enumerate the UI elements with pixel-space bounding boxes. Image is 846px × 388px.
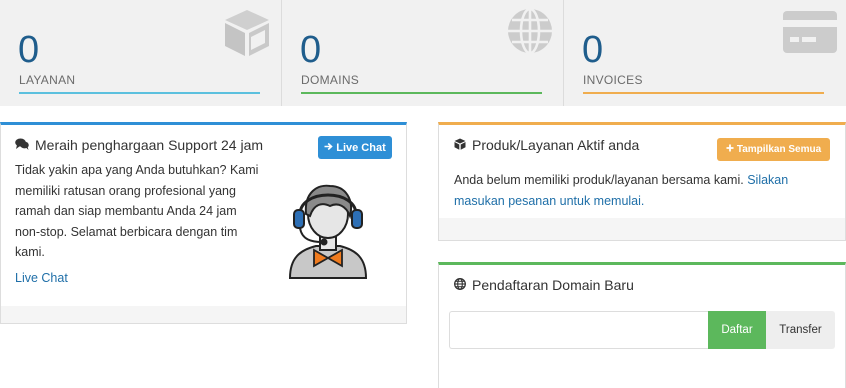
- stat-tile-invoices[interactable]: 0 INVOICES: [564, 0, 846, 106]
- domain-register-title: Pendaftaran Domain Baru: [472, 277, 634, 293]
- support-panel: Meraih penghargaan Support 24 jam Live C…: [0, 122, 407, 324]
- globe-icon: [454, 277, 466, 293]
- stats-bar: 0 LAYANAN 0 DOMAINS 0 INVOICES: [0, 0, 846, 106]
- support-description: Tidak yakin apa yang Anda butuhkan? Kami…: [15, 163, 259, 259]
- plus-icon: [726, 144, 734, 155]
- live-chat-button-label: Live Chat: [336, 141, 386, 154]
- stat-count: 0: [18, 29, 40, 71]
- register-domain-button[interactable]: Daftar: [708, 311, 766, 349]
- transfer-domain-button[interactable]: Transfer: [766, 311, 835, 349]
- domain-register-panel: Pendaftaran Domain Baru Daftar Transfer: [438, 262, 846, 388]
- support-agent-illustration: [286, 180, 370, 285]
- panel-title: Produk/Layanan Aktif anda: [454, 137, 639, 153]
- support-title: Meraih penghargaan Support 24 jam: [35, 137, 264, 153]
- panel-footer: [1, 306, 406, 323]
- products-title: Produk/Layanan Aktif anda: [472, 137, 640, 153]
- stat-label: DOMAINS: [301, 73, 360, 87]
- domain-search-input[interactable]: [449, 311, 708, 349]
- stat-count: 0: [300, 29, 322, 71]
- comments-icon: [15, 137, 29, 153]
- live-chat-button[interactable]: Live Chat: [318, 136, 392, 159]
- credit-card-icon: [782, 10, 838, 59]
- live-chat-link[interactable]: Live Chat: [15, 271, 68, 285]
- stat-count: 0: [582, 29, 604, 71]
- show-all-button[interactable]: Tampilkan Semua: [717, 138, 830, 161]
- cube-icon: [454, 137, 466, 153]
- products-empty-text: Anda belum memiliki produk/layanan bersa…: [454, 173, 744, 187]
- arrow-right-icon: [324, 142, 333, 154]
- stat-label: LAYANAN: [19, 73, 76, 87]
- stat-tile-domains[interactable]: 0 DOMAINS: [282, 0, 564, 106]
- cube-icon: [221, 6, 273, 63]
- globe-icon: [505, 6, 555, 61]
- panel-title: Pendaftaran Domain Baru: [454, 277, 634, 293]
- stat-underline: [301, 92, 542, 94]
- stat-underline: [583, 92, 824, 94]
- stat-tile-layanan[interactable]: 0 LAYANAN: [0, 0, 282, 106]
- panel-footer: [439, 218, 845, 240]
- stat-underline: [19, 92, 260, 94]
- products-empty-message: Anda belum memiliki produk/layanan bersa…: [454, 170, 834, 211]
- show-all-button-label: Tampilkan Semua: [736, 144, 822, 155]
- panel-title: Meraih penghargaan Support 24 jam: [15, 137, 263, 153]
- stat-label: INVOICES: [583, 73, 643, 87]
- active-products-panel: Produk/Layanan Aktif anda Tampilkan Semu…: [438, 122, 846, 241]
